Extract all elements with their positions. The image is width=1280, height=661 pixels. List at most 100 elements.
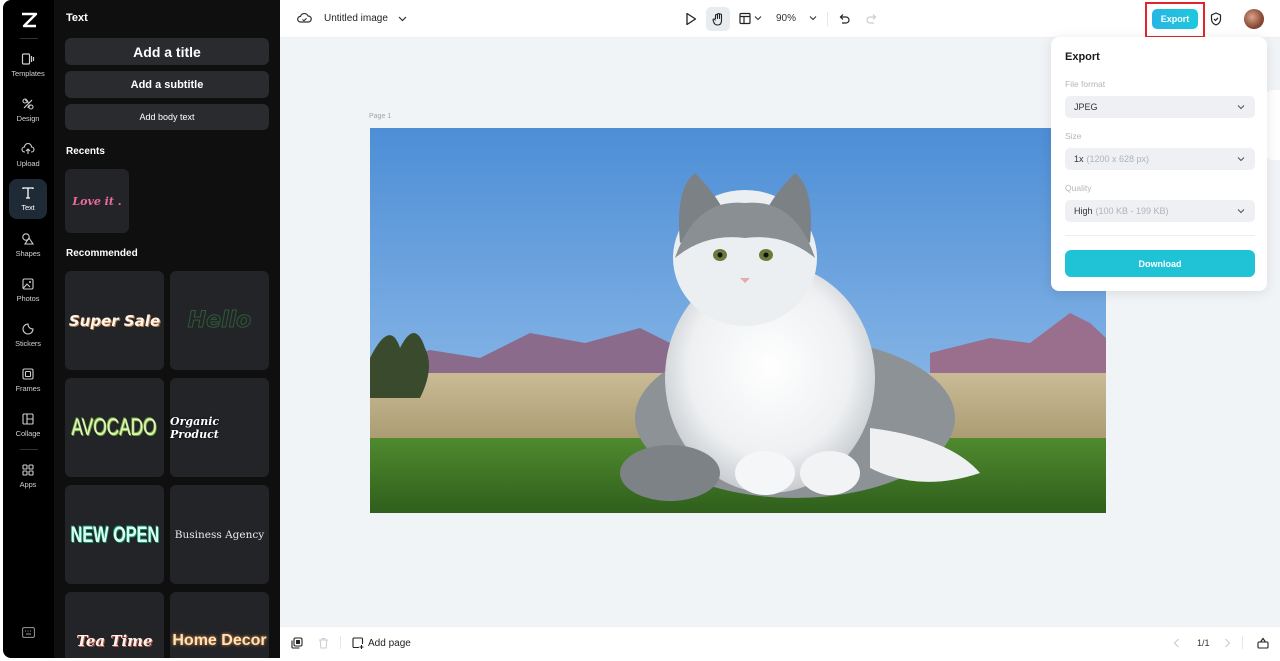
text-style-card[interactable]: Super Sale [65,271,164,370]
chevron-down-icon [1237,105,1245,110]
rail-label: Collage [15,429,41,438]
rail-item-text[interactable]: Text [9,179,47,219]
add-title-button[interactable]: Add a title [65,38,269,65]
stickers-icon [22,323,34,335]
rail-item-photos[interactable]: Photos [9,270,47,310]
apps-icon [22,464,34,476]
text-panel: Text Add a title Add a subtitle Add body… [54,0,280,658]
canvas-image[interactable] [370,128,1106,513]
rail-label: Templates [11,69,45,78]
rail-label: Design [16,114,40,123]
select-pointer-icon[interactable] [685,12,697,26]
text-style-preview: NEW OPEN [70,521,159,547]
design-icon [22,98,34,110]
undo-icon[interactable] [838,12,850,25]
add-page-button[interactable]: Add page [352,637,411,649]
photos-icon [22,278,34,290]
recents-heading: Recents [66,146,105,157]
collage-icon [22,413,34,425]
text-icon [22,187,34,199]
rail-label: Shapes [15,249,41,258]
quality-select[interactable]: High (100 KB - 199 KB) [1065,200,1255,222]
rail-item-design[interactable]: Design [9,90,47,130]
cat-photo [370,128,1106,513]
hand-tool-button[interactable] [706,7,730,31]
text-style-preview: Hello [187,308,252,334]
page-label: Page 1 [369,113,392,120]
recent-text-style[interactable]: Love it . [65,169,129,233]
size-select[interactable]: 1x (1200 x 628 px) [1065,148,1255,170]
rail-item-collage[interactable]: Collage [9,405,47,445]
text-style-preview: Love it . [72,194,122,208]
rail-item-templates[interactable]: Templates [9,45,47,85]
shield-check-icon[interactable] [1210,12,1222,26]
text-style-card[interactable]: Business Agency [170,485,269,584]
toolbar-divider [340,636,341,649]
text-style-card[interactable]: AVOCADO [65,378,164,477]
file-format-select[interactable]: JPEG [1065,96,1255,118]
rail-item-frames[interactable]: Frames [9,360,47,400]
app: Templates Design Upload Text Shapes Phot… [0,0,1280,661]
rail-item-upload[interactable]: Upload [9,135,47,175]
rail-divider [20,38,38,39]
quality-value: High [1074,206,1093,216]
add-subtitle-button[interactable]: Add a subtitle [65,71,269,98]
text-style-preview: Home Decor [172,632,267,649]
keyboard-shortcuts-icon[interactable] [22,627,35,638]
templates-icon [21,53,35,65]
rail-item-stickers[interactable]: Stickers [9,315,47,355]
hand-icon [711,12,722,26]
left-rail: Templates Design Upload Text Shapes Phot… [3,0,54,658]
text-style-card[interactable]: Hello [170,271,269,370]
user-avatar[interactable] [1244,9,1264,29]
toolbar-divider [1242,636,1243,649]
text-style-card[interactable]: NEW OPEN [65,485,164,584]
chevron-down-icon[interactable] [398,15,407,22]
pages-panel-icon[interactable] [1257,637,1269,649]
text-style-preview: Organic Product [170,414,220,441]
size-value: 1x [1074,154,1084,164]
panel-title: Text [66,12,88,24]
add-page-label: Add page [368,637,411,649]
cloud-saved-icon[interactable] [297,11,312,25]
toolbar-divider [827,12,828,26]
zoom-level[interactable]: 90% [776,13,796,24]
text-style-card[interactable]: Organic Product [170,378,269,477]
chevron-down-icon[interactable] [809,15,817,21]
recommended-heading: Recommended [66,248,138,259]
upload-icon [21,142,35,154]
capcut-logo-icon[interactable] [3,8,54,32]
top-bar: Untitled image 90% Export [280,0,1280,38]
add-body-text-button[interactable]: Add body text [65,104,269,130]
layout-icon[interactable] [739,12,751,25]
size-hint: (1200 x 628 px) [1086,154,1150,164]
rail-label: Photos [16,294,40,303]
export-title: Export [1065,51,1100,63]
redo-icon[interactable] [866,12,878,25]
shapes-icon [22,233,35,245]
text-style-preview: Tea Time [76,632,153,650]
download-button[interactable]: Download [1065,250,1255,277]
text-style-card[interactable]: Home Decor [170,592,269,658]
next-page-icon[interactable] [1224,638,1231,648]
chevron-down-icon[interactable] [754,15,762,21]
text-style-preview: Super Sale [68,311,161,330]
rail-label: Apps [19,480,37,489]
export-button[interactable]: Export [1152,9,1198,29]
rail-label: Upload [16,159,40,168]
quality-label: Quality [1065,183,1092,193]
delete-page-icon[interactable] [318,637,329,649]
rail-item-apps[interactable]: Apps [9,456,47,496]
prev-page-icon[interactable] [1173,638,1180,648]
rail-label: Frames [15,384,41,393]
frames-icon [22,368,34,380]
duplicate-page-icon[interactable] [291,637,303,649]
size-label: Size [1065,131,1082,141]
bottom-bar: Add page 1/1 [280,626,1280,658]
export-popover: Export File format JPEG Size 1x (1200 x … [1051,37,1267,291]
quality-hint: (100 KB - 199 KB) [1095,206,1169,216]
rail-item-shapes[interactable]: Shapes [9,225,47,265]
document-title[interactable]: Untitled image [324,13,388,24]
text-style-card[interactable]: Tea Time [65,592,164,658]
file-format-label: File format [1065,79,1106,89]
